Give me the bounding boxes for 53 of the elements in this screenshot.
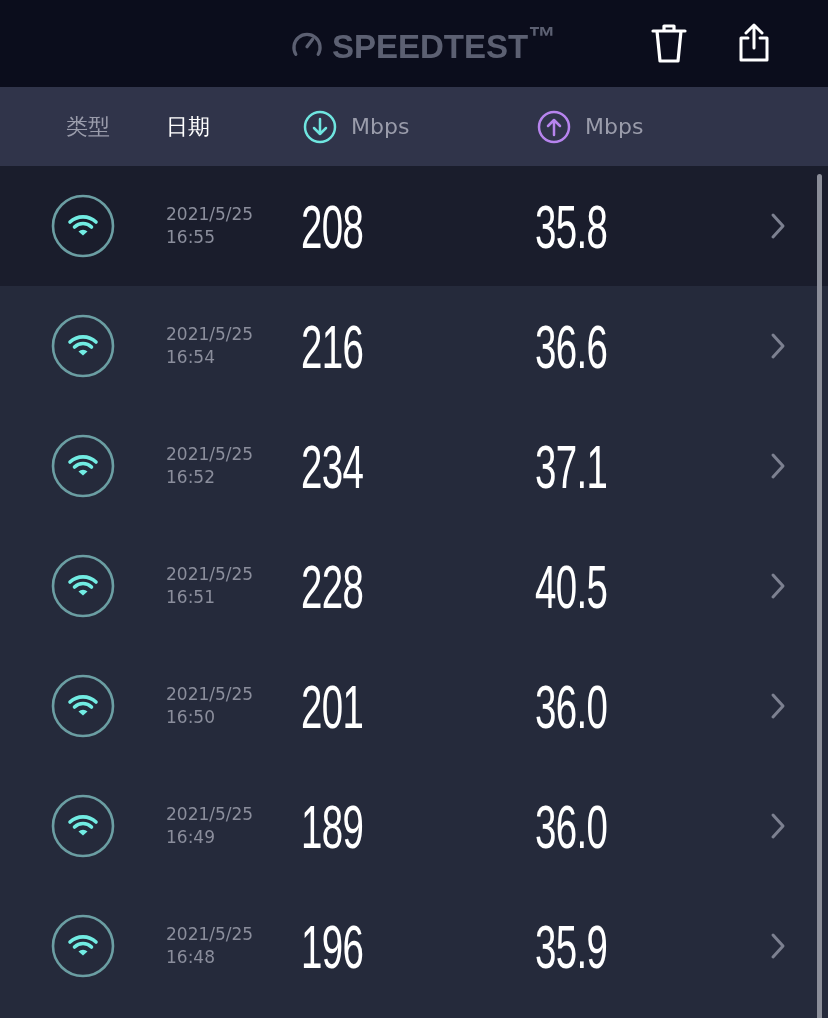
upload-speed: 37.1 xyxy=(535,430,608,502)
chevron-icon xyxy=(770,932,786,960)
chevron-icon xyxy=(770,812,786,840)
test-date: 2021/5/25 xyxy=(166,203,254,226)
test-date: 2021/5/25 xyxy=(166,323,254,346)
wifi-icon xyxy=(51,194,115,258)
test-time: 16:54 xyxy=(166,346,215,369)
wifi-icon xyxy=(51,914,115,978)
download-speed: 234 xyxy=(301,430,364,502)
chevron-icon xyxy=(770,572,786,600)
scrollbar[interactable] xyxy=(817,174,822,1018)
test-time: 16:49 xyxy=(166,826,215,849)
download-speed: 201 xyxy=(301,670,364,742)
wifi-icon xyxy=(51,674,115,738)
test-time: 16:48 xyxy=(166,946,215,969)
chevron-icon xyxy=(770,332,786,360)
test-date: 2021/5/25 xyxy=(166,683,254,706)
column-header[interactable]: 日期 xyxy=(166,111,210,142)
wifi-icon xyxy=(51,434,115,498)
upload-speed: 36.0 xyxy=(535,670,608,742)
column-header[interactable]: 类型 xyxy=(66,111,110,142)
app-logo: SPEEDTEST$^{™}$ xyxy=(332,21,556,66)
test-time: 16:50 xyxy=(166,706,215,729)
chevron-icon xyxy=(770,212,786,240)
download-speed: 208 xyxy=(301,190,364,262)
wifi-icon xyxy=(51,314,115,378)
column-header[interactable]: Mbps xyxy=(351,114,410,139)
wifi-icon xyxy=(51,794,115,858)
upload-speed: 40.5 xyxy=(535,550,608,622)
test-date: 2021/5/25 xyxy=(166,443,254,466)
test-date: 2021/5/25 xyxy=(166,923,254,946)
download-speed: 196 xyxy=(301,910,364,982)
test-date: 2021/5/25 xyxy=(166,563,254,586)
upload-speed: 36.0 xyxy=(535,790,608,862)
test-date: 2021/5/25 xyxy=(166,803,254,826)
column-header[interactable]: Mbps xyxy=(585,114,644,139)
wifi-icon xyxy=(51,554,115,618)
chevron-icon xyxy=(770,692,786,720)
chevron-icon xyxy=(770,452,786,480)
result-row[interactable]: 2021/5/25 16:55 208 35.8 xyxy=(0,166,828,286)
upload-speed: 36.6 xyxy=(535,310,608,382)
upload-speed: 35.8 xyxy=(535,190,608,262)
test-time: 16:52 xyxy=(166,466,215,489)
trash-icon[interactable] xyxy=(650,22,688,64)
download-speed: 189 xyxy=(301,790,364,862)
download-speed: 228 xyxy=(301,550,364,622)
download-speed: 216 xyxy=(301,310,364,382)
share-icon[interactable] xyxy=(738,22,770,62)
upload-speed: 35.9 xyxy=(535,910,608,982)
download-icon xyxy=(303,109,337,144)
upload-icon xyxy=(537,109,571,144)
test-time: 16:55 xyxy=(166,226,215,249)
test-time: 16:51 xyxy=(166,586,215,609)
